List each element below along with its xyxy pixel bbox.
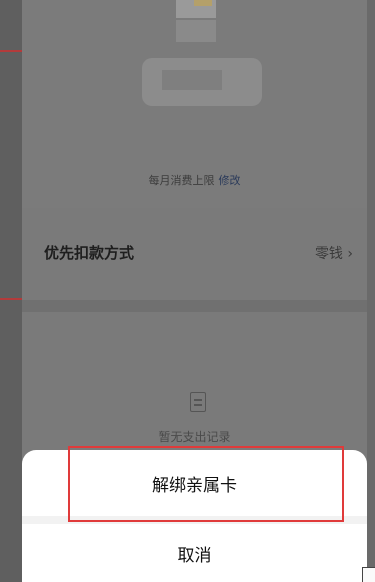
- card-header: 每月消费上限 修改: [22, 0, 367, 208]
- document-icon: [190, 392, 206, 412]
- monthly-limit-label: 每月消费上限: [148, 174, 215, 187]
- empty-records-text: 暂无支出记录: [158, 430, 231, 444]
- screen-edge-right: [367, 0, 375, 582]
- avatar-pixelated-accent: [194, 0, 212, 6]
- priority-payment-label: 优先扣款方式: [44, 244, 135, 262]
- highlight-annotation: [68, 446, 344, 522]
- section-divider: [22, 300, 367, 312]
- avatar-pixelated-lower: [176, 20, 216, 42]
- corner-mark: [362, 567, 375, 582]
- previous-screen-edge: [0, 0, 22, 582]
- accent-line: [0, 50, 22, 52]
- monthly-limit-row: 每月消费上限 修改: [22, 172, 367, 188]
- priority-payment-value: 零钱 ›: [314, 246, 353, 262]
- cancel-button[interactable]: 取消: [22, 524, 367, 582]
- accent-line: [0, 298, 22, 300]
- edit-limit-link[interactable]: 修改: [219, 174, 241, 187]
- chevron-right-icon: ›: [347, 246, 353, 262]
- priority-payment-row[interactable]: 优先扣款方式 零钱 ›: [22, 232, 367, 272]
- amount-pixelated-inner: [162, 70, 222, 90]
